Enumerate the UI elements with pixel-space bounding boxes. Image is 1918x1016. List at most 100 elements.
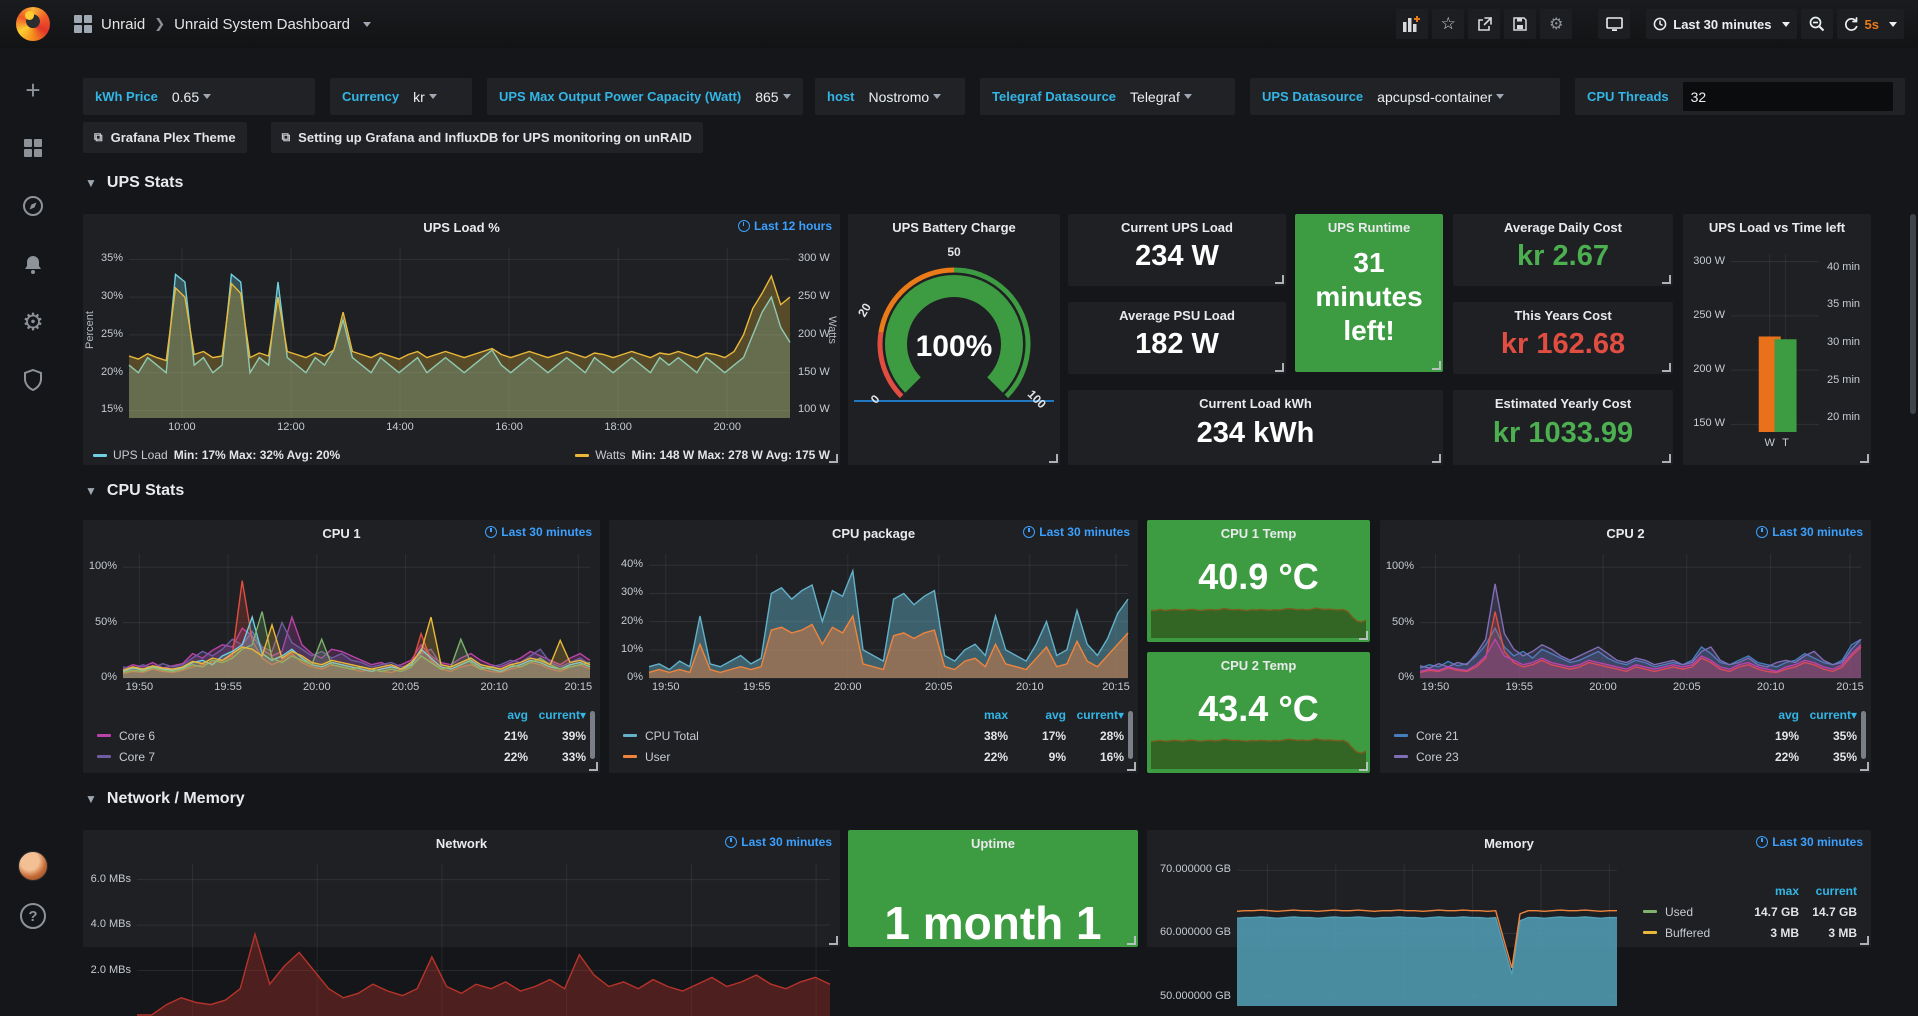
variable-value[interactable]: apcupsd-container xyxy=(1377,89,1504,105)
server-admin-shield-icon[interactable] xyxy=(21,368,45,392)
variable-value[interactable]: Nostromo xyxy=(868,89,941,105)
legend-series-toggle[interactable]: Core 6 xyxy=(97,729,470,743)
svg-text:100: 100 xyxy=(1025,387,1049,411)
legend-sort-header[interactable]: current xyxy=(1799,884,1857,898)
chevron-down-icon xyxy=(1496,94,1504,99)
user-avatar[interactable] xyxy=(18,851,48,881)
panel-title[interactable]: This Years Cost xyxy=(1453,302,1673,328)
cpu1-chart[interactable]: 100%50%0%19:5019:5520:0020:0520:1020:15 xyxy=(83,546,600,696)
legend-scrollbar[interactable] xyxy=(1861,711,1866,759)
legend-scrollbar[interactable] xyxy=(590,711,595,759)
cpu2-chart[interactable]: 100%50%0%19:5019:5520:0020:0520:1020:15 xyxy=(1380,546,1871,696)
legend-series-toggle[interactable]: Used xyxy=(1643,905,1741,919)
panel-time-range-link[interactable]: Last 30 minutes xyxy=(485,525,592,539)
legend-sort-header[interactable]: current▾ xyxy=(528,708,586,722)
variable-label: UPS Max Output Power Capacity (Watt) xyxy=(499,89,741,104)
create-plus-icon[interactable]: + xyxy=(21,78,45,102)
variable-cpu-threads[interactable]: CPU Threads xyxy=(1575,78,1905,115)
time-range-label: Last 30 minutes xyxy=(1673,17,1771,32)
legend-item[interactable]: UPS Load Min: 17% Max: 32% Avg: 20% xyxy=(93,448,340,462)
save-dashboard-button[interactable] xyxy=(1504,9,1536,39)
panel-uptime: Uptime 1 month 1 xyxy=(848,830,1138,947)
ups-load-chart[interactable]: 35%30%25%20%15%300 W250 W200 W150 W100 W… xyxy=(83,240,840,438)
explore-compass-icon[interactable] xyxy=(21,194,45,218)
variable-currency[interactable]: Currencykr xyxy=(330,78,472,115)
panel-time-range-link[interactable]: Last 12 hours xyxy=(738,219,832,233)
panel-title[interactable]: UPS Runtime xyxy=(1295,214,1443,240)
section-ups-stats[interactable]: ▼ UPS Stats xyxy=(85,174,183,192)
x-axis-tick: 16:00 xyxy=(495,421,523,433)
legend-sort-header[interactable]: avg xyxy=(1008,708,1066,722)
panel-title[interactable]: CPU 2 Temp xyxy=(1147,652,1370,678)
variable-value[interactable]: Telegraf xyxy=(1130,89,1192,105)
variable-kwh-price[interactable]: kWh Price0.65 xyxy=(83,78,315,115)
legend-sort-header[interactable]: avg xyxy=(1741,708,1799,722)
dashboards-icon[interactable] xyxy=(21,136,45,160)
variable-value[interactable]: 0.65 xyxy=(172,89,211,105)
breadcrumb-dashboard[interactable]: Unraid System Dashboard xyxy=(174,16,350,33)
panel-title[interactable]: Current Load kWh xyxy=(1068,390,1443,416)
variable-telegraf-datasource[interactable]: Telegraf DatasourceTelegraf xyxy=(980,78,1235,115)
panel-title[interactable]: Uptime xyxy=(848,830,1138,856)
dashboard-link[interactable]: ⧉Setting up Grafana and InfluxDB for UPS… xyxy=(271,122,703,153)
section-cpu-stats[interactable]: ▼ CPU Stats xyxy=(85,482,184,500)
share-dashboard-button[interactable] xyxy=(1468,9,1500,39)
legend-sort-header[interactable]: max xyxy=(950,708,1008,722)
legend-sort-header[interactable]: max xyxy=(1741,884,1799,898)
alerting-bell-icon[interactable] xyxy=(21,252,45,276)
legend-sort-header[interactable]: avg xyxy=(470,708,528,722)
panel-title[interactable]: UPS Load vs Time left xyxy=(1683,214,1871,240)
cycle-view-mode-button[interactable] xyxy=(1598,9,1630,39)
panel-title[interactable]: Estimated Yearly Cost xyxy=(1453,390,1673,416)
panel-title[interactable]: Average Daily Cost xyxy=(1453,214,1673,240)
network-chart[interactable]: 6.0 MBs4.0 MBs2.0 MBs xyxy=(83,856,840,1016)
legend-item[interactable]: Watts Min: 148 W Max: 278 W Avg: 175 W xyxy=(575,448,830,462)
legend-series-toggle[interactable]: Core 23 xyxy=(1394,750,1741,764)
variable-input[interactable] xyxy=(1683,82,1893,111)
variable-value[interactable]: 865 xyxy=(755,89,790,105)
legend-sort-header[interactable]: current▾ xyxy=(1799,708,1857,722)
variable-ups-max-output-power-capacity-watt-[interactable]: UPS Max Output Power Capacity (Watt) 865 xyxy=(487,78,803,115)
chevron-down-icon[interactable] xyxy=(363,22,371,27)
legend-series-toggle[interactable]: CPU Total xyxy=(623,729,950,743)
cpu2-temp-sparkline xyxy=(1151,731,1366,769)
legend-series-toggle[interactable]: Buffered xyxy=(1643,926,1741,940)
section-network-memory[interactable]: ▼ Network / Memory xyxy=(85,790,245,808)
panel-title[interactable]: Average PSU Load xyxy=(1068,302,1286,328)
legend-series-toggle[interactable]: Core 7 xyxy=(97,750,470,764)
legend-series-toggle[interactable]: Core 21 xyxy=(1394,729,1741,743)
zoom-out-button[interactable] xyxy=(1801,9,1833,39)
panel-time-range-link[interactable]: Last 30 minutes xyxy=(1023,525,1130,539)
legend-series-toggle[interactable]: User xyxy=(623,750,950,764)
dashboard-link[interactable]: ⧉Grafana Plex Theme xyxy=(83,122,247,153)
grafana-logo[interactable] xyxy=(0,7,66,41)
help-icon[interactable]: ? xyxy=(20,903,46,929)
memory-chart[interactable]: 70.000000 GB60.000000 GB50.000000 GB xyxy=(1147,856,1627,1006)
cpu-package-chart[interactable]: 40%30%20%10%0%19:5019:5520:0020:0520:102… xyxy=(609,546,1138,696)
variable-host[interactable]: hostNostromo xyxy=(815,78,965,115)
time-picker-button[interactable]: Last 30 minutes xyxy=(1646,9,1796,39)
panel-title[interactable]: UPS Load % xyxy=(83,214,840,240)
breadcrumb[interactable]: Unraid ❯ Unraid System Dashboard xyxy=(74,15,371,33)
variable-ups-datasource[interactable]: UPS Datasourceapcupsd-container xyxy=(1250,78,1560,115)
legend-scrollbar[interactable] xyxy=(1128,711,1133,759)
panel-time-range-link[interactable]: Last 30 minutes xyxy=(725,835,832,849)
panel-title[interactable]: CPU 1 Temp xyxy=(1147,520,1370,546)
y-axis-tick: 30 min xyxy=(1827,336,1860,348)
add-panel-button[interactable] xyxy=(1396,9,1428,39)
ups-bar-chart[interactable]: 300 W250 W200 W150 W40 min35 min30 min25… xyxy=(1683,240,1871,458)
star-dashboard-button[interactable]: ☆ xyxy=(1432,9,1464,39)
breadcrumb-folder[interactable]: Unraid xyxy=(101,16,145,33)
panel-time-range-link[interactable]: Last 30 minutes xyxy=(1756,525,1863,539)
variable-value[interactable]: kr xyxy=(413,89,437,105)
refresh-button[interactable]: 5s xyxy=(1837,9,1904,39)
panel-title[interactable]: Current UPS Load xyxy=(1068,214,1286,240)
nav-actions: ☆ ⚙ Last 30 minutes 5s xyxy=(1396,9,1918,39)
page-scrollbar[interactable] xyxy=(1910,214,1916,414)
sidebar-bottom: ? xyxy=(18,851,48,929)
panel-title[interactable]: UPS Battery Charge xyxy=(848,214,1060,240)
legend-sort-header[interactable]: current▾ xyxy=(1066,708,1124,722)
dashboard-settings-button[interactable]: ⚙ xyxy=(1540,9,1572,39)
configuration-gear-icon[interactable]: ⚙ xyxy=(21,310,45,334)
panel-time-range-link[interactable]: Last 30 minutes xyxy=(1756,835,1863,849)
